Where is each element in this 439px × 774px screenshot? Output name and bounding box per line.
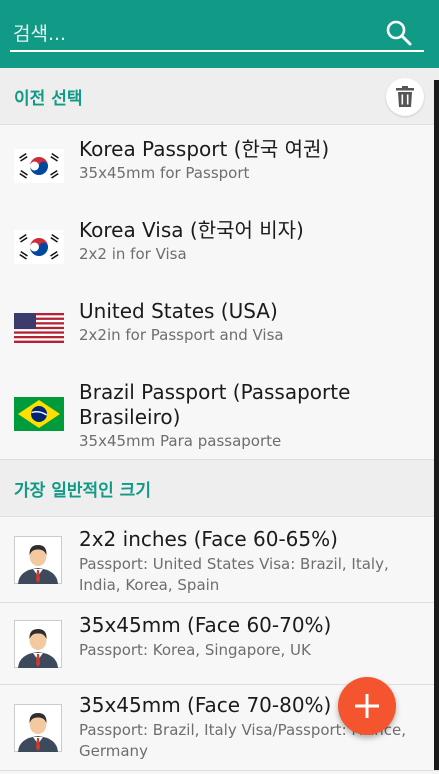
- item-subtitle: 35x45mm for Passport: [79, 164, 250, 182]
- flag-brazil-icon: [14, 368, 64, 459]
- person-portrait-icon: [14, 685, 64, 770]
- search-input[interactable]: [13, 14, 313, 54]
- list-item[interactable]: 35x45mm (Face 60-70%) Passport: Korea, S…: [0, 603, 439, 685]
- recent-section-title: 이전 선택: [14, 89, 83, 109]
- app-bar: [0, 0, 439, 68]
- list-item[interactable]: Korea Visa (한국어 비자) 2x2 in for Visa: [0, 206, 439, 288]
- item-subtitle: Passport: United States Visa: Brazil, It…: [79, 555, 389, 594]
- item-subtitle: 35x45mm Para passaporte: [79, 432, 282, 450]
- list-item[interactable]: Korea Passport (한국 여권) 35x45mm for Passp…: [0, 125, 439, 207]
- item-title: Korea Passport (한국 여권): [79, 137, 330, 161]
- screen-edge: [434, 80, 439, 770]
- person-portrait-icon: [14, 517, 64, 602]
- item-title: Korea Visa (한국어 비자): [79, 218, 304, 242]
- item-title: United States (USA): [79, 299, 278, 323]
- flag-korea-icon: [14, 125, 64, 206]
- search-button[interactable]: [384, 18, 414, 48]
- flag-korea-icon: [14, 206, 64, 287]
- add-button[interactable]: [338, 677, 396, 735]
- common-section-title: 가장 일반적인 크기: [14, 481, 151, 501]
- search-underline: [10, 50, 424, 52]
- item-subtitle: Passport: Korea, Singapore, UK: [79, 641, 311, 659]
- clear-recent-button[interactable]: [386, 78, 424, 116]
- list-item[interactable]: Brazil Passport (Passaporte Brasileiro) …: [0, 368, 439, 460]
- item-title: Brazil Passport (Passaporte Brasileiro): [79, 380, 351, 429]
- common-section-header: 가장 일반적인 크기: [0, 460, 439, 517]
- item-title: 35x45mm (Face 60-70%): [79, 613, 332, 637]
- flag-usa-icon: [14, 287, 64, 368]
- item-subtitle: 2x2in for Passport and Visa: [79, 326, 284, 344]
- person-portrait-icon: [14, 603, 64, 684]
- list-item[interactable]: 2x2 inches (Face 60-65%) Passport: Unite…: [0, 517, 439, 603]
- item-subtitle: 2x2 in for Visa: [79, 245, 187, 263]
- recent-section-header: 이전 선택: [0, 68, 439, 125]
- trash-icon: [396, 86, 414, 107]
- search-icon: [386, 20, 412, 46]
- plus-icon: [355, 694, 379, 718]
- list-item[interactable]: United States (USA) 2x2in for Passport a…: [0, 287, 439, 369]
- item-title: 2x2 inches (Face 60-65%): [79, 527, 338, 551]
